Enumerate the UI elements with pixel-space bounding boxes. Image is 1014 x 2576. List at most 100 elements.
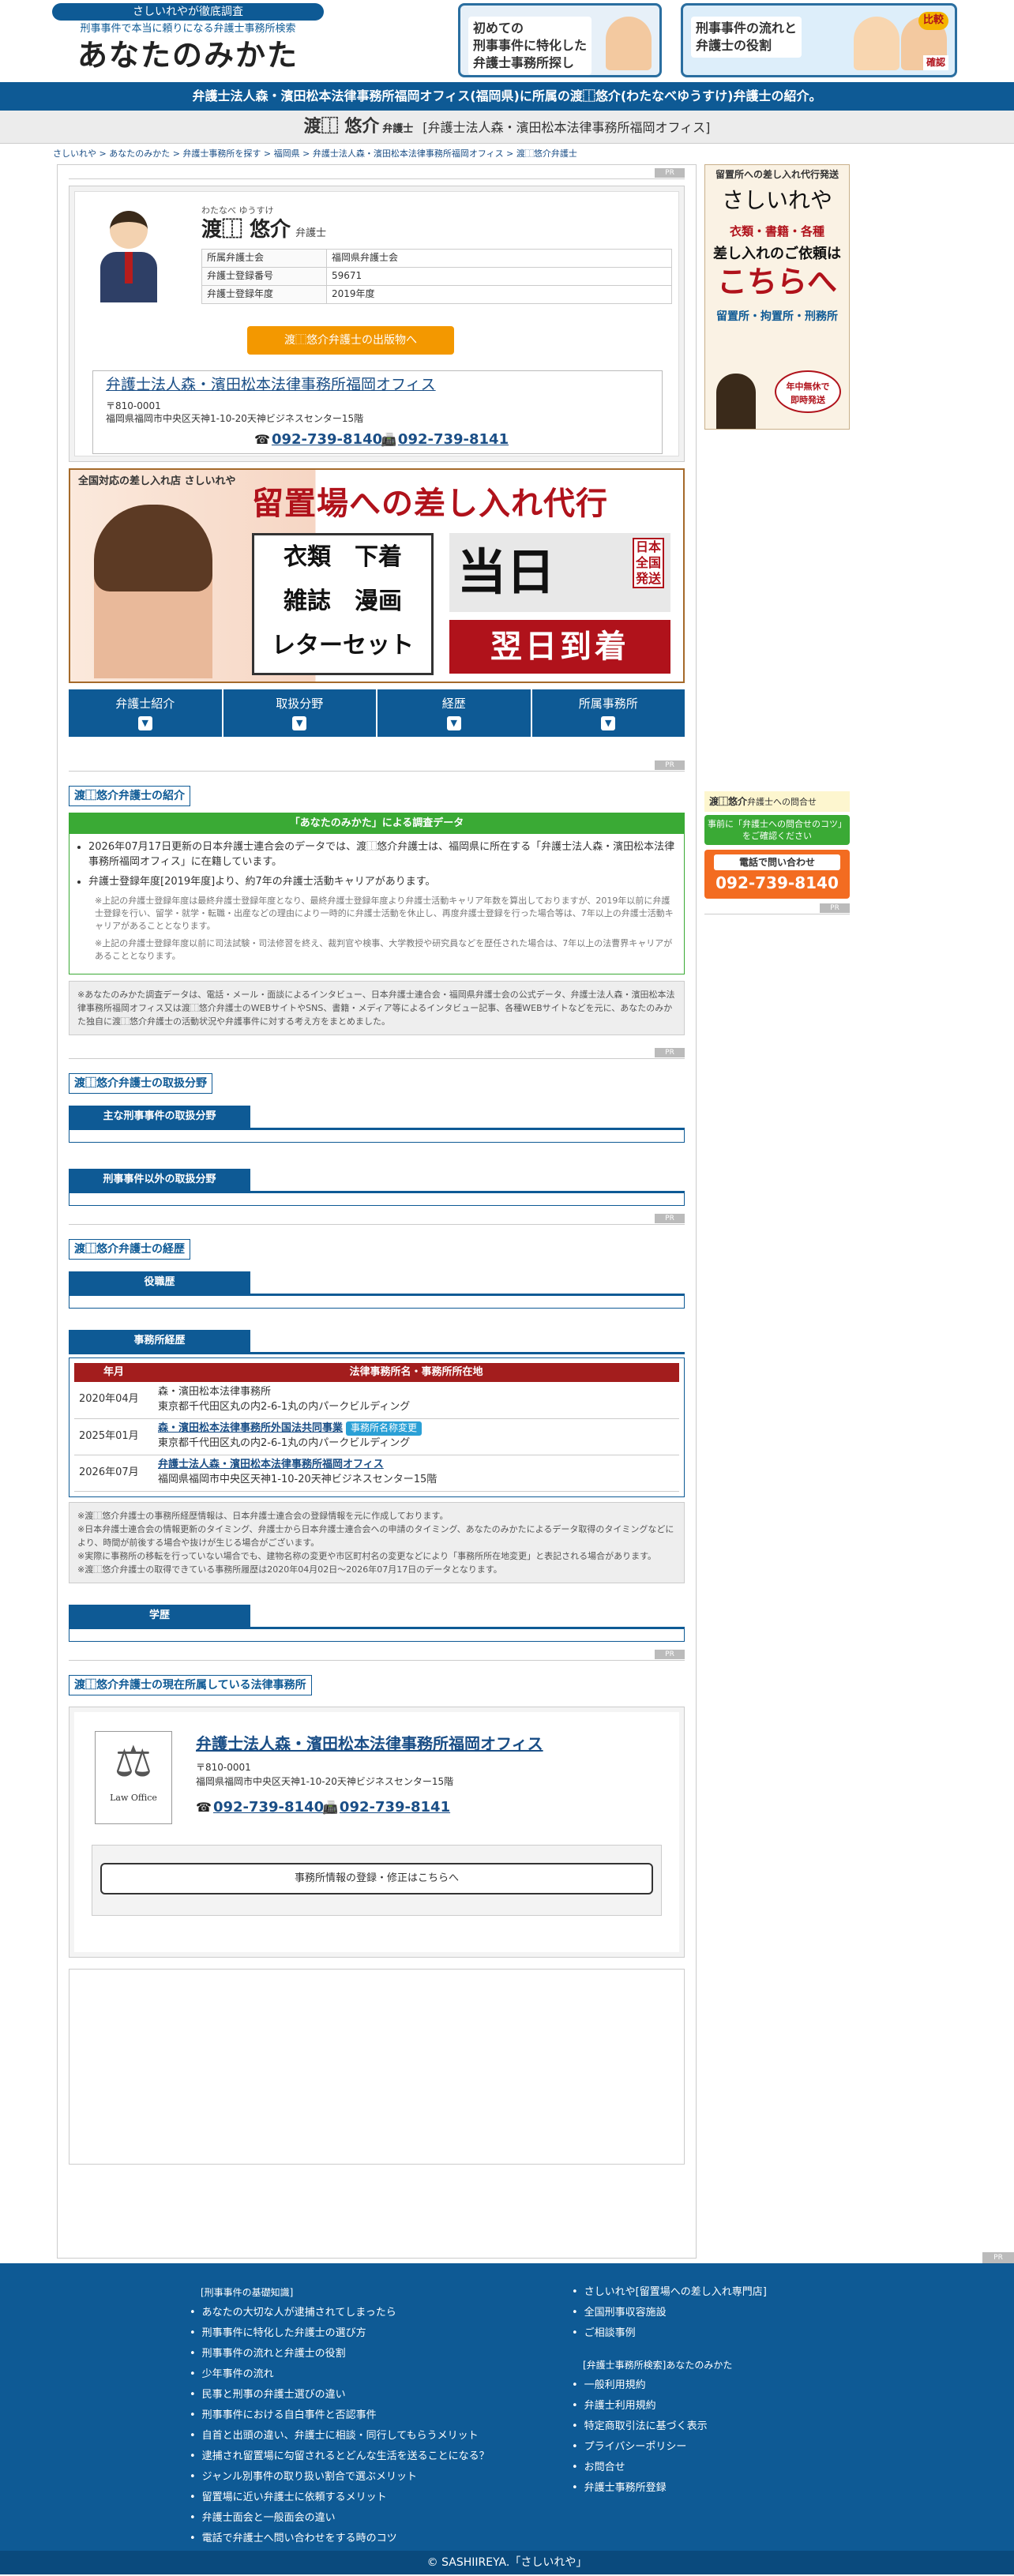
footer-link[interactable]: 弁護士事務所登録 xyxy=(572,2478,767,2499)
banner-line: 衣類・書籍・各種 xyxy=(729,223,824,238)
section-tabs: 弁護士紹介 ▼ 取扱分野 ▼ 経歴 ▼ 所属事務所 ▼ xyxy=(69,689,685,737)
pr-label: PR xyxy=(655,168,685,178)
subheading-label: 学歴 xyxy=(69,1604,250,1627)
footer-link[interactable]: 電話で弁護士へ問い合わせをする時のコツ xyxy=(190,2529,490,2549)
footer-link[interactable]: ジャンル別事件の取り扱い割合で選ぶメリット xyxy=(190,2467,490,2488)
footer-link[interactable]: 刑事事件の流れと弁護士の役割 xyxy=(190,2344,490,2364)
current-office-zip: 〒810-0001 xyxy=(196,1761,251,1773)
tel-link[interactable]: ☎ 092-739-8140 xyxy=(254,430,382,450)
history-note: ※渡⿰悠介弁護士の事務所経歴情報は、日本弁護士連合会の登録情報を元に作成しており… xyxy=(77,1510,449,1521)
ad-items-line: 雑誌 漫画 xyxy=(284,588,402,615)
office-edit-button[interactable]: 事務所情報の登録・修正はこちらへ xyxy=(100,1862,653,1894)
logo-title: あなたのみかた xyxy=(77,37,299,73)
header-banner-case-flow[interactable]: 刑事事件の流れと 弁護士の役割 比較 確認 xyxy=(681,3,957,77)
site-footer: PR [刑事事件の基礎知識] あなたの大切な人が逮捕されてしまったら 刑事事件に… xyxy=(0,2252,1014,2574)
footer-link[interactable]: 民事と刑事の弁護士選びの違い xyxy=(190,2385,490,2405)
table-header-row: 年月 法律事務所名・事務所所在地 xyxy=(74,1363,679,1383)
footer-link[interactable]: 一般利用規約 xyxy=(572,2375,767,2396)
lawyer-info-table: 所属弁護士会 福岡県弁護士会 弁護士登録番号 59671 弁護士登録年度 2019年度 xyxy=(201,249,672,304)
pr-ad-slot: PR xyxy=(69,1213,685,1225)
footer-link[interactable]: プライバシーポリシー xyxy=(572,2437,767,2458)
pr-ad-slot: PR xyxy=(69,168,685,179)
contact-tips-button[interactable]: 事前に「弁護士への問合せのコツ」をご確認ください xyxy=(704,815,850,845)
survey-data-box: 「あなたのみかた」による調査データ 2026年07月17日更新の日本弁護士連合会… xyxy=(69,813,685,974)
lawyer-figure-icon xyxy=(606,17,652,70)
header-banner-lawyer-search[interactable]: 初めての 刑事事件に特化した 弁護士事務所探し xyxy=(458,3,662,77)
footer-link[interactable]: 少年事件の流れ xyxy=(190,2364,490,2385)
table-key: 所属弁護士会 xyxy=(201,249,327,268)
pr-label: PR xyxy=(655,760,685,770)
footer-link[interactable]: ご相談事例 xyxy=(572,2323,767,2344)
banner-line: 留置所への差し入れ代行発送 xyxy=(715,169,839,180)
sashiireya-ad-banner[interactable]: 全国対応の差し入れ店 さしいれや 留置場への差し入れ代行 衣類 下着 雑誌 漫画… xyxy=(69,468,685,683)
survey-source-note: ※あなたのみかた調査データは、電話・メール・面談によるインタビュー、日本弁護士連… xyxy=(69,980,685,1035)
survey-item: 2026年07月17日更新の日本弁護士連合会のデータでは、渡⿰悠介弁護士は、福岡… xyxy=(88,840,676,870)
col-year: 年月 xyxy=(74,1363,153,1383)
footer-site-list: さしいれや[留置場への差し入れ専門店] 全国刑事収容施設 ご相談事例 [弁護士事… xyxy=(572,2282,767,2499)
footer-link[interactable]: 特定商取引法に基づく表示 xyxy=(572,2416,767,2437)
page-title-bar: 渡⿰ 悠介 弁護士 [弁護士法人森・濱田松本法律事務所福岡オフィス] xyxy=(0,111,1014,144)
footer-link[interactable]: 弁護士利用規約 xyxy=(572,2396,767,2416)
history-office-addr: 東京都千代田区丸の内2-6-1丸の内パークビルディング xyxy=(158,1400,411,1413)
footer-link[interactable]: 刑事事件に特化した弁護士の選び方 xyxy=(190,2323,490,2344)
footer-link[interactable]: あなたの大切な人が逮捕されてしまったら xyxy=(190,2303,490,2323)
footer-link[interactable]: 留置場に近い弁護士に依頼するメリット xyxy=(190,2488,490,2508)
logo-subtitle: 刑事事件で本当に頼りになる弁護士事務所検索 xyxy=(80,23,296,36)
footer-basics-list: [刑事事件の基礎知識] あなたの大切な人が逮捕されてしまったら 刑事事件に特化し… xyxy=(190,2282,490,2549)
survey-note: ※上記の弁護士登録年度は最終弁護士登録年度となり、最終弁護士登録年度より弁護士活… xyxy=(95,895,674,931)
footer-link[interactable]: さしいれや[留置場への差し入れ専門店] xyxy=(572,2282,767,2303)
current-office-name-link[interactable]: 弁護士法人森・濱田松本法律事務所福岡オフィス xyxy=(196,1733,543,1756)
criminal-fields-box xyxy=(69,1129,685,1143)
subheading-label: 役職歴 xyxy=(69,1271,250,1294)
pr-label: PR xyxy=(655,1047,685,1057)
tab-fields[interactable]: 取扱分野 ▼ xyxy=(223,689,376,737)
positions-subheading: 役職歴 xyxy=(69,1269,685,1297)
fax-link[interactable]: 📠 092-739-8141 xyxy=(322,1797,450,1818)
banner-text: 初めての 刑事事件に特化した 弁護士事務所探し xyxy=(468,17,592,75)
tel-link[interactable]: ☎ 092-739-8140 xyxy=(196,1797,324,1818)
compare-badge: 比較 xyxy=(918,12,948,30)
footer-link[interactable]: 全国刑事収容施設 xyxy=(572,2303,767,2323)
footer-link[interactable]: 刑事事件における自白事件と否認事件 xyxy=(190,2405,490,2426)
footer-link[interactable]: 逮捕され留置場に勾留されるとどんな生活を送ることになる？ xyxy=(190,2446,490,2467)
tab-office[interactable]: 所属事務所 ▼ xyxy=(531,689,685,737)
contact-lawyer-name: 渡⿰悠介 xyxy=(709,796,748,807)
banner-text: 刑事事件の流れと 弁護士の役割 xyxy=(691,17,802,58)
phone-icon: ☎ xyxy=(196,1799,212,1815)
pr-label: PR xyxy=(655,1649,685,1659)
fax-link[interactable]: 📠 092-739-8141 xyxy=(381,430,509,450)
table-value: 福岡県弁護士会 xyxy=(326,249,672,268)
tab-intro[interactable]: 弁護士紹介 ▼ xyxy=(69,689,222,737)
breadcrumb[interactable]: さしいれや > あなたのみかた > 弁護士事務所を探す > 福岡県 > 弁護士法… xyxy=(53,144,961,164)
page-title-name: 渡⿰ 悠介 xyxy=(303,117,380,137)
site-logo[interactable]: さしいれやが徹底調査 刑事事件で本当に頼りになる弁護士事務所検索 あなたのみかた xyxy=(52,3,324,73)
table-key: 弁護士登録番号 xyxy=(201,267,327,286)
table-row: 弁護士登録番号 59671 xyxy=(201,267,672,286)
chevron-down-icon: ▼ xyxy=(292,715,307,730)
history-office-link[interactable]: 森・濱田松本法律事務所外国法共同事業 xyxy=(158,1422,343,1434)
education-subheading: 学歴 xyxy=(69,1602,685,1629)
confirm-badge: 確認 xyxy=(922,54,948,70)
tab-label: 弁護士紹介 xyxy=(115,697,175,711)
tab-career[interactable]: 経歴 ▼ xyxy=(377,689,531,737)
page-title-office: [弁護士法人森・濱田松本法律事務所福岡オフィス] xyxy=(422,120,711,135)
history-office-link[interactable]: 弁護士法人森・濱田松本法律事務所福岡オフィス xyxy=(158,1459,384,1470)
footer-heading: [弁護士事務所検索]あなたのみかた xyxy=(583,2360,733,2371)
sidebar-sashiireya-banner[interactable]: 留置所への差し入れ代行発送 さしいれや 衣類・書籍・各種 差し入れのご依頼は こ… xyxy=(704,164,850,430)
footer-link[interactable]: 自首と出頭の違い、弁護士に相談・同行してもらうメリット xyxy=(190,2426,490,2446)
pr-label: PR xyxy=(982,2252,1014,2263)
publications-button[interactable]: 渡⿰悠介弁護士の出版物へ xyxy=(247,326,454,355)
history-notes: ※渡⿰悠介弁護士の事務所経歴情報は、日本弁護士連合会の登録情報を元に作成しており… xyxy=(69,1501,685,1583)
footer-link[interactable]: お問合せ xyxy=(572,2458,767,2478)
footer-link[interactable]: 弁護士面会と一般面会の違い xyxy=(190,2508,490,2529)
same-day-text: 当日 xyxy=(457,543,556,601)
table-row: 弁護士登録年度 2019年度 xyxy=(201,285,672,304)
phone-contact-button[interactable]: 電話で問い合わせ 092-739-8140 xyxy=(704,850,850,899)
woman-photo xyxy=(716,374,756,429)
pr-ad-slot: PR xyxy=(69,760,685,772)
education-box xyxy=(69,1628,685,1642)
office-history-table: 年月 法律事務所名・事務所所在地 2020年04月 森・濱田松本法律事務所 東京都千… xyxy=(74,1363,679,1492)
history-office: 森・濱田松本法律事務所外国法共同事業 事務所名称変更 東京都千代田区丸の内2-6-1… xyxy=(153,1418,679,1455)
current-office-card: ⚖ Law Office 弁護士法人森・濱田松本法律事務所福岡オフィス 〒810-… xyxy=(69,1706,685,1958)
office-name-link[interactable]: 弁護士法人森・濱田松本法律事務所福岡オフィス xyxy=(106,374,436,396)
